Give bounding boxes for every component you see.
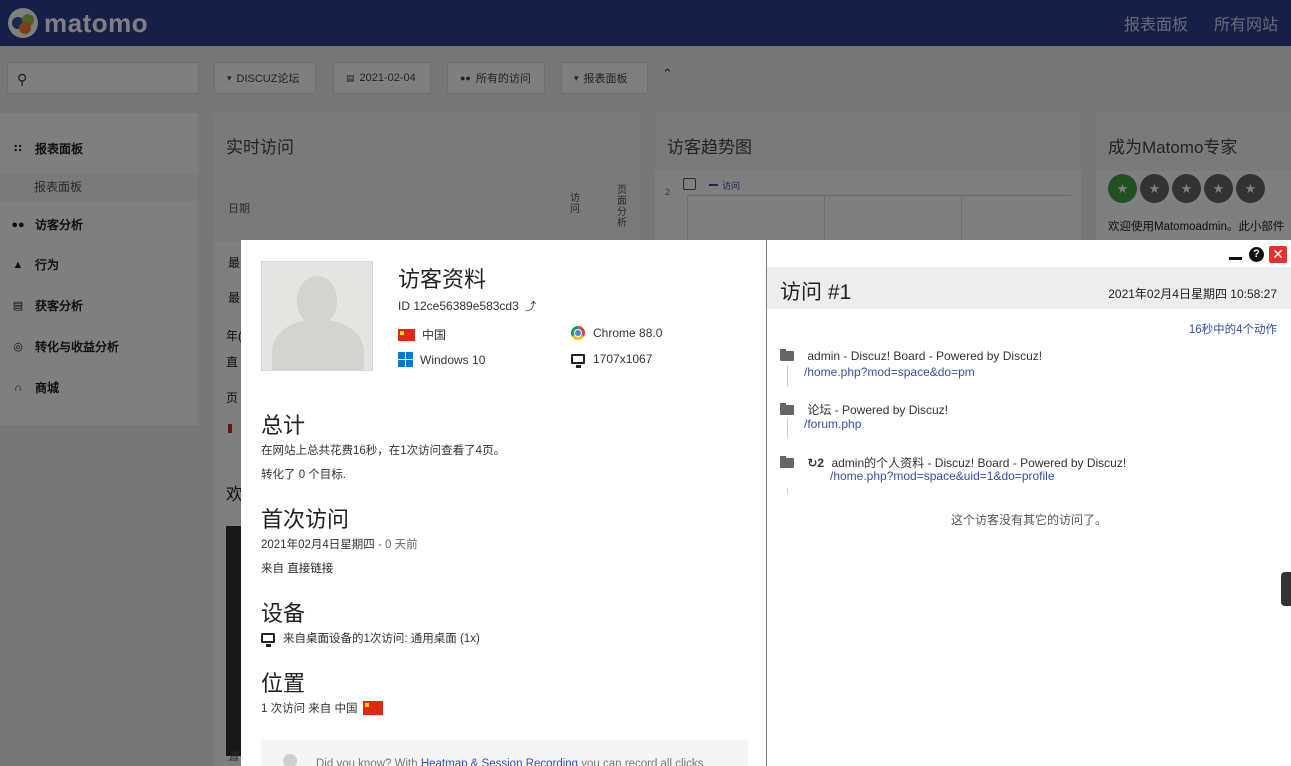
- close-icon[interactable]: ✕: [1269, 246, 1287, 263]
- action-url[interactable]: /home.php?mod=space&do=pm: [804, 365, 975, 379]
- action-title: admin - Discuz! Board - Powered by Discu…: [807, 349, 1043, 363]
- modal-controls: ? ✕: [1229, 246, 1287, 263]
- device-prefix: 来自: [283, 633, 306, 645]
- first-visit-from-prefix: 来自: [261, 563, 288, 575]
- heatmap-link[interactable]: Heatmap & Session Recording: [421, 758, 578, 766]
- first-visit-heading: 首次访问: [261, 507, 350, 532]
- visitor-resolution-text: 1707x1067: [593, 352, 653, 366]
- visit-title: 访问 #1: [780, 281, 852, 304]
- info-icon: [283, 754, 297, 766]
- location-line: 1 次访问 来自 中国: [261, 700, 390, 716]
- scrollbar-handle[interactable]: [1281, 572, 1291, 606]
- action-item: 论坛 - Powered by Discuz!: [780, 401, 948, 418]
- reload-icon: ↻2: [807, 456, 825, 470]
- device-rest: 设备的1次访问: 通用桌面 (1x): [329, 633, 480, 645]
- first-visit-from-value: 直接链接: [287, 563, 334, 575]
- visitor-id-text: ID 12ce56389e583cd3: [398, 299, 519, 313]
- monitor-icon: [261, 633, 275, 647]
- chrome-icon: [571, 326, 585, 340]
- action-item: admin - Discuz! Board - Powered by Discu…: [780, 349, 1042, 363]
- visit-details-panel: ? ✕ 访问 #1 2021年02月4日星期四 10:58:27 16秒中的4个…: [767, 240, 1291, 766]
- folder-icon: [780, 456, 794, 468]
- folder-icon: [780, 403, 794, 415]
- did-you-know-tip: Did you know? With Heatmap & Session Rec…: [261, 740, 748, 766]
- device-heading: 设备: [261, 601, 306, 626]
- monitor-icon: [571, 354, 585, 368]
- visitor-profile-title: 访客资料: [398, 267, 487, 292]
- china-flag-icon: [363, 701, 384, 715]
- visitor-profile-panel: 访客资料 ID 12ce56389e583cd3 ⤴ 中国 Chrome 88.…: [241, 240, 766, 766]
- visitor-browser-text: Chrome 88.0: [593, 326, 663, 340]
- action-title: 论坛 - Powered by Discuz!: [807, 403, 949, 417]
- action-url[interactable]: /home.php?mod=space&uid=1&do=profile: [830, 469, 1055, 483]
- did-you-know-text: Did you know? With Heatmap & Session Rec…: [316, 758, 703, 766]
- visit-datetime: 2021年02月4日星期四 10:58:27: [1108, 287, 1277, 301]
- windows-icon: [398, 352, 413, 367]
- location-heading: 位置: [261, 671, 306, 696]
- summary-line2: 转化了 0 个目标.: [261, 469, 346, 481]
- summary-heading: 总计: [261, 413, 306, 438]
- action-url[interactable]: /forum.php: [804, 417, 861, 431]
- visitor-country: 中国: [398, 326, 446, 343]
- first-visit-referrer: 来自 直接链接: [261, 560, 333, 576]
- summary-line1: 在网站上总共花费16秒，在1次访问查看了4页。: [261, 445, 506, 457]
- visit-header[interactable]: 访问 #1 2021年02月4日星期四 10:58:27: [767, 267, 1291, 309]
- visitor-country-text: 中国: [422, 328, 447, 342]
- visitor-os: Windows 10: [398, 352, 485, 367]
- device-type: 桌面: [306, 633, 329, 645]
- visitor-browser: Chrome 88.0: [571, 326, 662, 340]
- first-visit-ago: - 0 天前: [374, 539, 418, 551]
- visitor-id: ID 12ce56389e583cd3 ⤴: [398, 298, 536, 314]
- segment-visitor-icon[interactable]: ⤴: [525, 301, 536, 313]
- device-line: 来自 桌面 设备的1次访问: 通用桌面 (1x): [261, 630, 480, 647]
- visitor-avatar: [261, 261, 373, 371]
- no-other-visits: 这个访客没有其它的访问了。: [950, 513, 1107, 527]
- china-flag-icon: [398, 328, 415, 341]
- first-visit-date: 2021年02月4日星期四: [261, 539, 375, 551]
- actions-summary: 16秒中的4个动作: [1188, 324, 1277, 336]
- action-title: admin的个人资料 - Discuz! Board - Powered by …: [831, 456, 1127, 470]
- minimize-icon[interactable]: [1229, 257, 1242, 260]
- location-text: 1 次访问 来自 中国: [261, 703, 358, 715]
- folder-icon: [780, 349, 794, 361]
- help-icon[interactable]: ?: [1249, 247, 1264, 262]
- first-visit-date-line: 2021年02月4日星期四 - 0 天前: [261, 536, 418, 552]
- visitor-os-text: Windows 10: [420, 352, 486, 367]
- repeat-count: 2: [817, 456, 825, 470]
- visitor-resolution: 1707x1067: [571, 352, 653, 368]
